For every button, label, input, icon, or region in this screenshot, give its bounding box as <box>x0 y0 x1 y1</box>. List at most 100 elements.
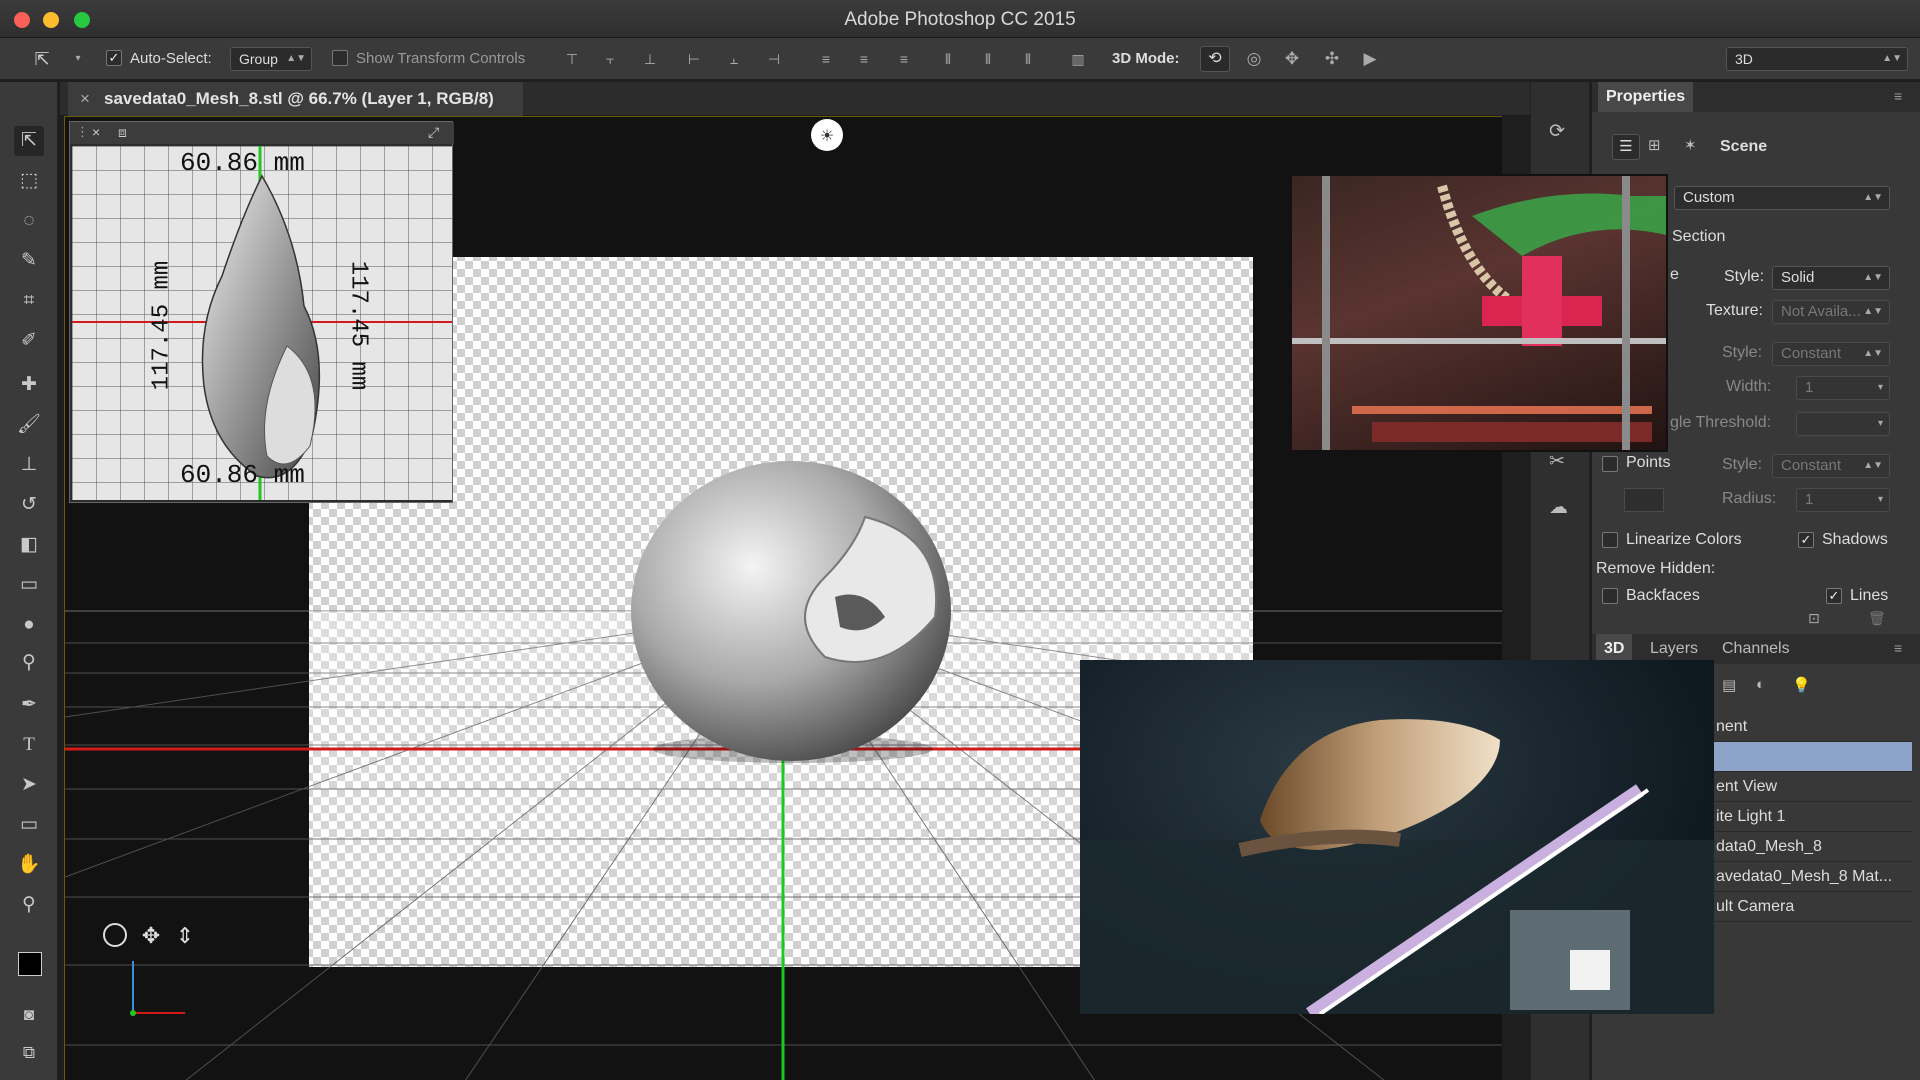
healing-brush-tool-icon[interactable]: ✚ <box>14 370 44 400</box>
drag-handle-icon[interactable]: ⋮ <box>76 124 89 140</box>
distribute-vcenter-icon[interactable]: ≡ <box>854 50 874 68</box>
radius-field[interactable]: 1 ▾ <box>1796 488 1890 512</box>
preset-dropdown[interactable]: Custom ▲▼ <box>1674 186 1890 210</box>
filter-materials-icon[interactable]: ◐ <box>1756 676 1765 693</box>
scene-icon[interactable]: ☰ <box>1612 134 1640 160</box>
type-tool-icon[interactable]: T <box>14 730 44 760</box>
render-icon[interactable]: ⊡ <box>1808 610 1820 627</box>
drag-3d-icon[interactable]: ✥ <box>1282 50 1302 68</box>
orbit-axis-icon[interactable] <box>103 923 127 947</box>
dropdown-arrow-icon: ▲▼ <box>1863 306 1883 317</box>
secondary-view-panel[interactable]: ⋮ × ⧈ ⤢ 60.86 mm 60.86 mm 117.45 mm 117.… <box>69 121 454 503</box>
align-bottom-icon[interactable]: ⊥ <box>640 50 660 68</box>
cross-section-label: Section <box>1672 228 1726 245</box>
texture-dropdown[interactable]: Not Availa... ▲▼ <box>1772 300 1890 324</box>
history-panel-icon[interactable]: ⟳ <box>1549 120 1565 143</box>
distribute-right-icon[interactable]: ⦀ <box>1018 50 1038 68</box>
title-bar: Adobe Photoshop CC 2015 <box>0 0 1920 38</box>
distribute-left-icon[interactable]: ⦀ <box>938 50 958 68</box>
backfaces-checkbox[interactable] <box>1602 588 1618 604</box>
points-color-swatch[interactable] <box>1624 488 1664 512</box>
scale-3d-icon[interactable]: ▶ <box>1360 50 1380 68</box>
document-tab[interactable]: × savedata0_Mesh_8.stl @ 66.7% (Layer 1,… <box>68 82 523 116</box>
quick-select-tool-icon[interactable]: ✎ <box>14 246 44 276</box>
filter-meshes-icon[interactable]: ▤ <box>1722 676 1736 694</box>
workspace-dropdown[interactable]: 3D ▲▼ <box>1726 47 1908 71</box>
crop-tool-icon[interactable]: ⌗ <box>14 286 44 316</box>
blur-tool-icon[interactable]: ● <box>14 610 44 640</box>
orbit-3d-icon[interactable]: ⟲ <box>1200 46 1230 72</box>
lines-label: Lines <box>1850 587 1889 604</box>
align-top-icon[interactable]: ⊤ <box>562 50 582 68</box>
document-tab-title: savedata0_Mesh_8.stl @ 66.7% (Layer 1, R… <box>104 89 494 108</box>
path-select-tool-icon[interactable]: ➤ <box>14 770 44 800</box>
move-tool-icon[interactable]: ⇱ <box>14 126 44 156</box>
auto-select-checkbox[interactable]: ✓ <box>106 50 122 66</box>
align-vcenter-icon[interactable]: ⫟ <box>600 50 620 68</box>
tool-preset-chevron-icon[interactable]: ▾ <box>68 50 88 68</box>
panel-menu-icon[interactable]: ≡ <box>1894 88 1902 104</box>
eraser-tool-icon[interactable]: ◧ <box>14 530 44 560</box>
dodge-tool-icon[interactable]: ⚲ <box>14 648 44 678</box>
shadows-checkbox[interactable]: ✓ <box>1798 532 1814 548</box>
snail-photo <box>1080 719 1714 1014</box>
slide-3d-icon[interactable]: ✣ <box>1322 50 1342 68</box>
dolly-axis-icon[interactable]: ⇕ <box>176 924 194 949</box>
trash-icon[interactable]: 🗑 <box>1868 610 1886 627</box>
history-brush-tool-icon[interactable]: ↺ <box>14 490 44 520</box>
width-field[interactable]: 1 ▾ <box>1796 376 1890 400</box>
lasso-tool-icon[interactable]: ◌ <box>14 206 44 236</box>
printer-photo <box>1292 176 1666 450</box>
screen-mode-icon[interactable]: ⧉ <box>14 1038 44 1068</box>
surface-style-dropdown[interactable]: Solid ▲▼ <box>1772 266 1890 290</box>
swap-view-icon[interactable]: ⤢ <box>428 124 439 141</box>
tab-channels[interactable]: Channels <box>1714 634 1798 664</box>
align-right-icon[interactable]: ⊣ <box>764 50 784 68</box>
texture-value: Not Availa... <box>1781 303 1861 320</box>
radius-value: 1 <box>1805 491 1814 508</box>
dropdown-arrow-icon: ▲▼ <box>1863 192 1883 203</box>
tab-properties[interactable]: Properties <box>1598 82 1694 112</box>
show-transform-checkbox[interactable] <box>332 50 348 66</box>
auto-select-value: Group <box>239 51 278 67</box>
linearize-colors-checkbox[interactable] <box>1602 532 1618 548</box>
quick-mask-icon[interactable]: ◙ <box>14 1000 44 1030</box>
document-tab-bar: × savedata0_Mesh_8.stl @ 66.7% (Layer 1,… <box>60 82 1530 116</box>
move-tool-icon[interactable]: ⇱ <box>32 50 52 68</box>
angle-threshold-field[interactable]: ▾ <box>1796 412 1890 436</box>
panel-menu-icon[interactable]: ≡ <box>1894 640 1902 656</box>
workspace-value: 3D <box>1735 51 1753 67</box>
pan-axis-icon[interactable]: ✥ <box>142 924 160 949</box>
gradient-tool-icon[interactable]: ▭ <box>14 570 44 600</box>
pen-tool-icon[interactable]: ✒ <box>14 690 44 720</box>
align-hcenter-icon[interactable]: ⫠ <box>724 50 744 68</box>
auto-select-dropdown[interactable]: Group ▲▼ <box>230 47 312 71</box>
marquee-tool-icon[interactable]: ⬚ <box>14 166 44 196</box>
points-checkbox[interactable] <box>1602 456 1618 472</box>
distribute-bottom-icon[interactable]: ≡ <box>894 50 914 68</box>
points-style-dropdown[interactable]: Constant ▲▼ <box>1772 454 1890 478</box>
filter-lights-icon[interactable]: 💡 <box>1792 676 1811 694</box>
rectangle-tool-icon[interactable]: ▭ <box>14 810 44 840</box>
tools-panel: ⇱ ⬚ ◌ ✎ ⌗ ✐ ✚ 🖌 ⊥ ↺ ◧ ▭ ● ⚲ ✒ T ➤ ▭ ✋ ⚲ … <box>0 82 58 1080</box>
view-select-icon[interactable]: ⧈ <box>118 124 127 141</box>
scene-light-icon[interactable]: ✶ <box>1684 136 1697 154</box>
tools-preset-icon[interactable]: ✂ <box>1549 450 1565 473</box>
distribute-top-icon[interactable]: ≡ <box>816 50 836 68</box>
zoom-tool-icon[interactable]: ⚲ <box>14 890 44 920</box>
lines-checkbox[interactable]: ✓ <box>1826 588 1842 604</box>
brush-tool-icon[interactable]: 🖌 <box>14 410 44 440</box>
close-tab-icon[interactable]: × <box>80 82 90 116</box>
cloud-libraries-icon[interactable]: ☁ <box>1549 496 1568 519</box>
hand-tool-icon[interactable]: ✋ <box>14 850 44 880</box>
distribute-hcenter-icon[interactable]: ⦀ <box>978 50 998 68</box>
roll-3d-icon[interactable]: ◎ <box>1244 50 1264 68</box>
lines-style-dropdown[interactable]: Constant ▲▼ <box>1772 342 1890 366</box>
eyedropper-tool-icon[interactable]: ✐ <box>14 326 44 356</box>
close-secondary-view-icon[interactable]: × <box>92 124 100 140</box>
auto-align-icon[interactable]: ▥ <box>1068 50 1088 68</box>
coordinates-icon[interactable]: ⊞ <box>1648 136 1661 154</box>
foreground-color-swatch[interactable] <box>18 952 42 976</box>
clone-stamp-tool-icon[interactable]: ⊥ <box>14 450 44 480</box>
align-left-icon[interactable]: ⊢ <box>684 50 704 68</box>
